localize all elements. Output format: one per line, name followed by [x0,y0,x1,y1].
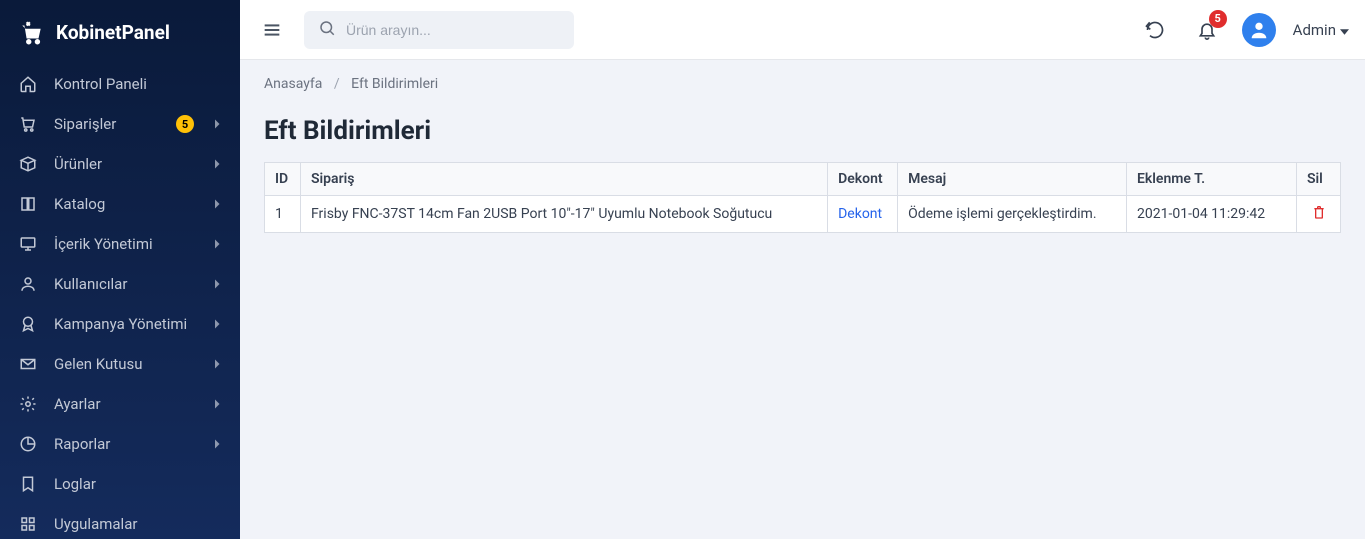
th-dekont: Dekont [828,163,898,196]
sidebar-item-i-erik-y-netimi[interactable]: İçerik Yönetimi [0,224,240,264]
chevron-right-icon [214,240,222,248]
content-area: Anasayfa / Eft Bildirimleri Eft Bildirim… [240,60,1365,249]
home-icon [18,74,38,94]
sidebar-item-label: Ayarlar [54,395,198,413]
sidebar-item-label: Siparişler [54,115,160,133]
monitor-icon [18,234,38,254]
th-sil: Sil [1297,163,1341,196]
search-box [304,11,574,49]
inbox-icon [18,354,38,374]
sidebar-item-raporlar[interactable]: Raporlar [0,424,240,464]
sidebar-item-uygulamalar[interactable]: Uygulamalar [0,504,240,539]
cart-logo-icon [18,18,46,46]
sidebar-item-label: Loglar [54,475,222,493]
chevron-right-icon [214,400,222,408]
breadcrumb-home[interactable]: Anasayfa [264,76,322,92]
box-icon [18,154,38,174]
chevron-right-icon [214,120,222,128]
apps-icon [18,514,38,534]
sidebar-item-label: Raporlar [54,435,198,453]
sidebar-item-label: İçerik Yönetimi [54,235,198,253]
sidebar-item-label: Ürünler [54,155,198,173]
sidebar-item-gelen-kutusu[interactable]: Gelen Kutusu [0,344,240,384]
th-siparis: Sipariş [301,163,828,196]
search-icon [318,19,336,41]
user-avatar[interactable] [1241,12,1277,48]
sidebar-item-label: Gelen Kutusu [54,355,198,373]
brand-name: KobinetPanel [56,21,170,44]
refresh-button[interactable] [1137,12,1173,48]
sidebar-item-label: Kullanıcılar [54,275,198,293]
sidebar-item-label: Katalog [54,195,198,213]
sidebar-item-kontrol-paneli[interactable]: Kontrol Paneli [0,64,240,104]
breadcrumb-current: Eft Bildirimleri [351,76,438,92]
ribbon-icon [18,314,38,334]
cell-id: 1 [265,196,301,233]
menu-toggle-button[interactable] [256,14,288,46]
chevron-right-icon [214,280,222,288]
chevron-right-icon [214,160,222,168]
cell-dekont: Dekont [828,196,898,233]
search-input[interactable] [346,22,560,38]
sidebar: KobinetPanel Kontrol Paneli Siparişler 5 Ür… [0,0,240,539]
table-row: 1 Frisby FNC-37ST 14cm Fan 2USB Port 10"… [265,196,1341,233]
sidebar-item-kullan-c-lar[interactable]: Kullanıcılar [0,264,240,304]
sidebar-item-katalog[interactable]: Katalog [0,184,240,224]
notifications-badge: 5 [1209,10,1227,28]
sidebar-item-kampanya-y-netimi[interactable]: Kampanya Yönetimi [0,304,240,344]
th-id: ID [265,163,301,196]
sidebar-item-label: Kontrol Paneli [54,75,222,93]
chevron-right-icon [214,320,222,328]
sidebar-item--r-nler[interactable]: Ürünler [0,144,240,184]
topbar: 5 Admin [240,0,1365,60]
sidebar-item-label: Uygulamalar [54,515,222,533]
users-icon [18,274,38,294]
sidebar-nav: Kontrol Paneli Siparişler 5 Ürünler Katalog İ… [0,64,240,539]
bookmark-icon [18,474,38,494]
sidebar-item-sipari-ler[interactable]: Siparişler 5 [0,104,240,144]
book-icon [18,194,38,214]
chevron-right-icon [214,360,222,368]
sidebar-item-loglar[interactable]: Loglar [0,464,240,504]
dekont-link[interactable]: Dekont [838,206,882,222]
cell-eklenme: 2021-01-04 11:29:42 [1127,196,1297,233]
gear-icon [18,394,38,414]
caret-down-icon [1340,21,1349,39]
th-mesaj: Mesaj [898,163,1127,196]
user-name-label: Admin [1293,21,1336,39]
breadcrumb: Anasayfa / Eft Bildirimleri [264,76,1341,92]
cart-icon [18,114,38,134]
user-menu[interactable]: Admin [1293,21,1349,39]
delete-button[interactable] [1297,196,1341,233]
chevron-right-icon [214,440,222,448]
eft-table: ID Sipariş Dekont Mesaj Eklenme T. Sil 1… [264,162,1341,233]
sidebar-badge: 5 [176,115,194,133]
sidebar-item-ayarlar[interactable]: Ayarlar [0,384,240,424]
chart-icon [18,434,38,454]
sidebar-item-label: Kampanya Yönetimi [54,315,198,333]
page-title: Eft Bildirimleri [264,116,1341,146]
cell-mesaj: Ödeme işlemi gerçekleştirdim. [898,196,1127,233]
chevron-right-icon [214,200,222,208]
logo[interactable]: KobinetPanel [0,0,240,64]
cell-siparis: Frisby FNC-37ST 14cm Fan 2USB Port 10"-1… [301,196,828,233]
notifications-button[interactable]: 5 [1189,12,1225,48]
breadcrumb-sep: / [334,76,340,92]
th-eklenme: Eklenme T. [1127,163,1297,196]
